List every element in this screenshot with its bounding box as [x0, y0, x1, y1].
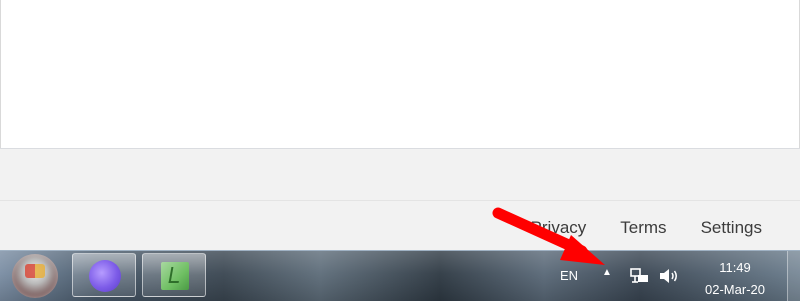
system-clock[interactable]: 11:49 02-Mar-20	[690, 260, 780, 298]
start-button[interactable]	[12, 254, 58, 298]
page-content	[0, 0, 800, 148]
taskbar-app-button-1[interactable]	[72, 253, 136, 297]
network-icon[interactable]	[630, 267, 650, 285]
footer: Privacy Terms Settings	[0, 200, 800, 251]
show-desktop-button[interactable]	[787, 251, 800, 301]
green-app-icon	[161, 262, 189, 290]
clock-date: 02-Mar-20	[705, 282, 765, 297]
terms-link[interactable]: Terms	[620, 218, 666, 238]
footer-top-band	[0, 148, 800, 201]
windows-taskbar: EN ▲ 11:49 02-Mar-20	[0, 250, 800, 301]
purple-circle-app-icon	[89, 260, 121, 292]
taskbar-app-button-2[interactable]	[142, 253, 206, 297]
clock-time: 11:49	[719, 260, 751, 275]
browser-page: Privacy Terms Settings	[0, 0, 800, 251]
red-arrow-annotation	[492, 207, 605, 265]
settings-link[interactable]: Settings	[701, 218, 762, 238]
speaker-icon[interactable]	[658, 267, 680, 285]
